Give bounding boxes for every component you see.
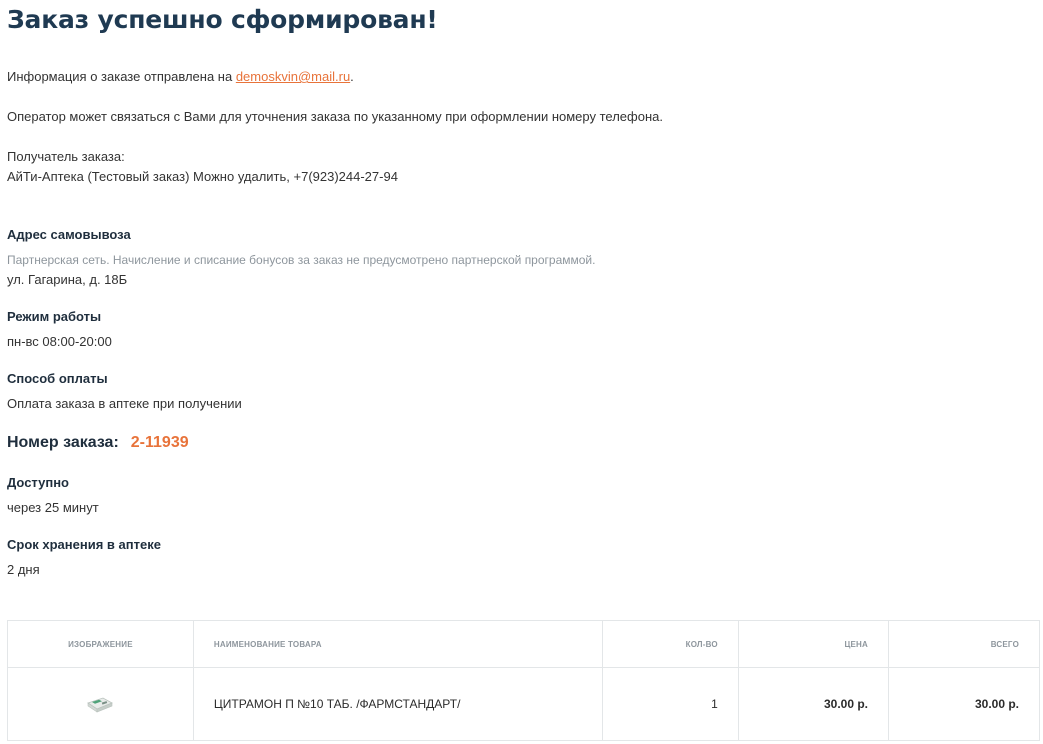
product-price: 30.00 р. <box>737 667 890 741</box>
payment-value: Оплата заказа в аптеке при получении <box>7 396 242 411</box>
order-confirmation-page: Заказ успешно сформирован! Информация о … <box>7 0 1040 741</box>
order-items-table: Изображение Наименование товара Кол-во Ц… <box>7 620 1040 741</box>
product-qty: 1 <box>602 667 739 741</box>
table-row: ЦИТРАМОН П №10 ТАБ. /ФАРМСТАНДАРТ/ 1 30.… <box>7 667 1040 741</box>
pickup-address-value: ул. Гагарина, д. 18Б <box>7 272 128 287</box>
product-name: ЦИТРАМОН П №10 ТАБ. /ФАРМСТАНДАРТ/ <box>192 667 604 741</box>
schedule-label: Режим работы <box>7 309 102 324</box>
availability-value: через 25 минут <box>7 500 99 515</box>
email-notice: Информация о заказе отправлена на demosk… <box>7 67 354 87</box>
header-name: Наименование товара <box>192 620 604 668</box>
header-qty: Кол-во <box>602 620 739 668</box>
email-link[interactable]: demoskvin@mail.ru <box>236 69 350 84</box>
table-header-row: Изображение Наименование товара Кол-во Ц… <box>7 620 1040 668</box>
product-total: 30.00 р. <box>888 667 1040 741</box>
recipient-block: Получатель заказа: АйТи-Аптека (Тестовый… <box>7 147 398 187</box>
order-number-value: 2-11939 <box>130 434 189 451</box>
storage-label: Срок хранения в аптеке <box>7 537 161 552</box>
payment-label: Способ оплаты <box>7 371 108 386</box>
pickup-partner-note: Партнерская сеть. Начисление и списание … <box>7 253 596 267</box>
availability-label: Доступно <box>7 475 69 490</box>
product-image-cell <box>7 667 194 741</box>
header-image: Изображение <box>7 620 194 668</box>
page-title: Заказ успешно сформирован! <box>7 5 438 34</box>
pickup-address-label: Адрес самовывоза <box>7 227 131 242</box>
storage-value: 2 дня <box>7 562 40 577</box>
email-notice-suffix: . <box>350 69 354 84</box>
header-total: Всего <box>888 620 1040 668</box>
medicine-package-icon[interactable] <box>85 695 115 713</box>
operator-notice: Оператор может связаться с Вами для уточ… <box>7 109 663 124</box>
recipient-value: АйТи-Аптека (Тестовый заказ) Можно удали… <box>7 169 398 184</box>
schedule-value: пн-вс 08:00-20:00 <box>7 334 112 349</box>
email-notice-prefix: Информация о заказе отправлена на <box>7 69 236 84</box>
recipient-label: Получатель заказа: <box>7 149 125 164</box>
order-number-label: Номер заказа: <box>7 434 119 451</box>
header-price: Цена <box>737 620 890 668</box>
order-number: Номер заказа: 2-11939 <box>7 434 189 452</box>
